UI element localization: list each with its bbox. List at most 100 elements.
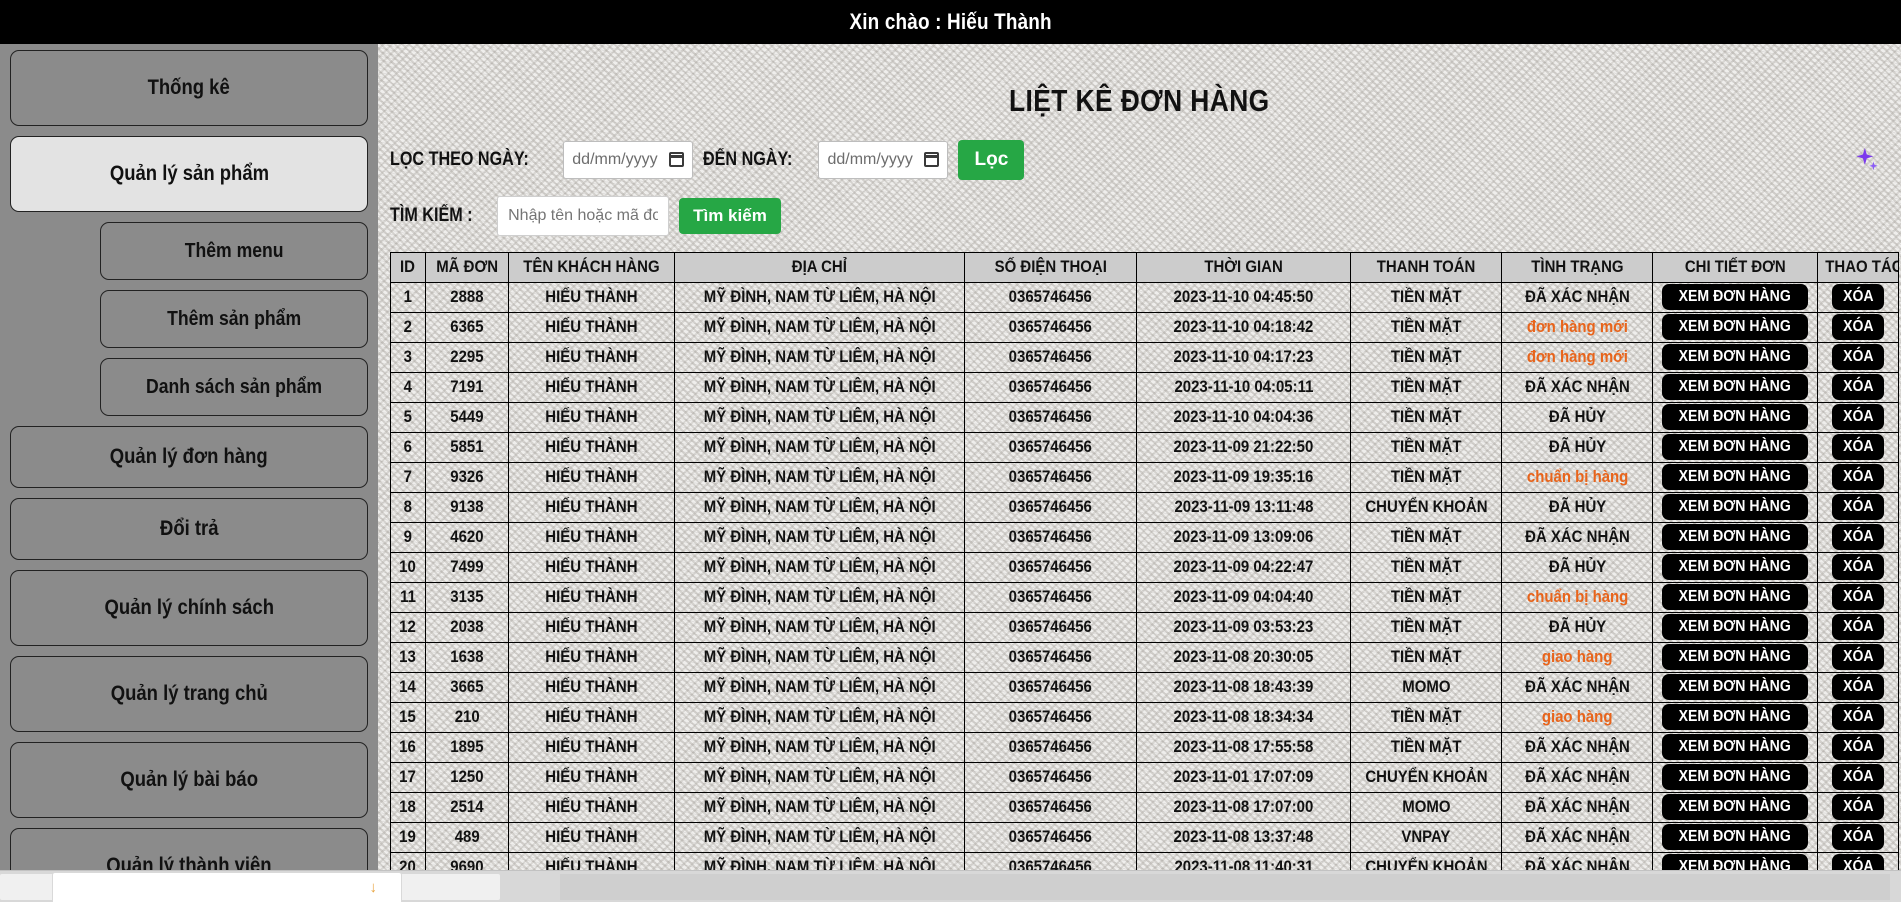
row-code-text: 1638	[450, 647, 484, 667]
view-order-button-label: XEM ĐƠN HÀNG	[1678, 618, 1791, 636]
delete-order-button[interactable]: XÓA	[1831, 284, 1885, 311]
sidebar-item-6[interactable]: Đổi trả	[10, 498, 368, 560]
filter-button[interactable]: Lọc	[958, 139, 1025, 180]
row-phone-text: 0365746456	[1008, 347, 1093, 367]
sidebar-item-8[interactable]: Quản lý trang chủ	[10, 656, 368, 732]
sidebar-item-0[interactable]: Thống kê	[10, 50, 368, 126]
delete-order-button[interactable]: XÓA	[1831, 674, 1885, 701]
row-id: 12	[390, 611, 426, 643]
delete-order-button-label: XÓA	[1842, 318, 1874, 336]
row-id-text: 18	[399, 797, 417, 817]
search-input[interactable]	[497, 195, 670, 236]
view-order-button[interactable]: XEM ĐƠN HÀNG	[1662, 554, 1808, 581]
view-order-button[interactable]: XEM ĐƠN HÀNG	[1662, 764, 1808, 791]
delete-order-button[interactable]: XÓA	[1831, 464, 1885, 491]
table-row: 3 2295 HIẾU THÀNH MỸ ĐÌNH, NAM TỪ LIÊM, HÀ …	[390, 341, 1900, 373]
sidebar-item-4[interactable]: Danh sách sản phẩm	[100, 358, 368, 416]
table-row: 18 2514 HIẾU THÀNH MỸ ĐÌNH, NAM TỪ LIÊM, HÀ…	[390, 791, 1900, 823]
row-address-text: MỸ ĐÌNH, NAM TỪ LIÊM, HÀ NỘI	[703, 707, 936, 727]
delete-order-button[interactable]: XÓA	[1831, 554, 1885, 581]
delete-order-button-label: XÓA	[1842, 378, 1874, 396]
table-row: 10 7499 HIẾU THÀNH MỸ ĐÌNH, NAM TỪ LIÊM, HÀ…	[390, 551, 1900, 583]
row-status: chuẩn bị hàng	[1501, 461, 1654, 493]
row-id-text: 16	[399, 737, 417, 757]
row-status: ĐÃ HỦY	[1501, 431, 1654, 463]
sidebar-item-5[interactable]: Quản lý đơn hàng	[10, 426, 368, 488]
calendar-icon[interactable]	[924, 152, 940, 168]
row-status-text: đơn hàng mới	[1526, 347, 1628, 367]
view-order-button[interactable]: XEM ĐƠN HÀNG	[1662, 494, 1808, 521]
view-order-button[interactable]: XEM ĐƠN HÀNG	[1662, 674, 1808, 701]
sidebar-item-10[interactable]: Quản lý thành viên	[10, 828, 368, 870]
search-button[interactable]: Tìm kiếm	[679, 197, 781, 234]
row-phone-text: 0365746456	[1008, 587, 1093, 607]
view-order-button[interactable]: XEM ĐƠN HÀNG	[1662, 704, 1808, 731]
delete-order-button[interactable]: XÓA	[1831, 824, 1885, 851]
row-id: 11	[390, 581, 426, 613]
delete-order-button[interactable]: XÓA	[1831, 704, 1885, 731]
delete-order-button[interactable]: XÓA	[1831, 344, 1885, 371]
sidebar-item-2[interactable]: Thêm menu	[100, 222, 368, 280]
delete-order-button[interactable]: XÓA	[1831, 614, 1885, 641]
to-date-input[interactable]: dd/mm/yyyy	[818, 140, 949, 179]
sidebar-item-3[interactable]: Thêm sản phẩm	[100, 290, 368, 348]
row-phone-text: 0365746456	[1008, 767, 1093, 787]
view-order-button[interactable]: XEM ĐƠN HÀNG	[1662, 464, 1808, 491]
sidebar-item-1[interactable]: Quản lý sản phẩm	[10, 136, 368, 212]
row-payment: MOMO	[1350, 791, 1503, 823]
view-order-button[interactable]: XEM ĐƠN HÀNG	[1662, 344, 1808, 371]
delete-order-button[interactable]: XÓA	[1831, 374, 1885, 401]
row-time: 2023-11-08 18:34:34	[1135, 701, 1352, 733]
view-order-button[interactable]: XEM ĐƠN HÀNG	[1662, 404, 1808, 431]
view-order-button-label: XEM ĐƠN HÀNG	[1678, 858, 1791, 870]
row-status: ĐÃ XÁC NHẬN	[1501, 521, 1654, 553]
view-order-button[interactable]: XEM ĐƠN HÀNG	[1662, 824, 1808, 851]
delete-order-button[interactable]: XÓA	[1831, 524, 1885, 551]
orders-table-wrapper: ID MÃ ĐƠN TÊN KHÁCH HÀNG ĐỊA CHỈ SỐ ĐIỆN THO…	[378, 251, 1901, 870]
column-header-0: ID	[390, 251, 426, 283]
delete-order-button[interactable]: XÓA	[1831, 764, 1885, 791]
delete-order-button[interactable]: XÓA	[1831, 854, 1885, 870]
view-order-button[interactable]: XEM ĐƠN HÀNG	[1662, 314, 1808, 341]
view-order-button[interactable]: XEM ĐƠN HÀNG	[1662, 734, 1808, 761]
row-id: 10	[390, 551, 426, 583]
delete-order-button[interactable]: XÓA	[1831, 434, 1885, 461]
from-date-placeholder: dd/mm/yyyy	[572, 150, 658, 168]
delete-order-button[interactable]: XÓA	[1831, 314, 1885, 341]
delete-order-button[interactable]: XÓA	[1831, 734, 1885, 761]
view-order-button[interactable]: XEM ĐƠN HÀNG	[1662, 374, 1808, 401]
row-status-text: đơn hàng mới	[1526, 317, 1628, 337]
row-status-text: ĐÃ XÁC NHẬN	[1524, 857, 1630, 870]
view-order-button[interactable]: XEM ĐƠN HÀNG	[1662, 284, 1808, 311]
row-customer: HIẾU THÀNH	[508, 491, 676, 523]
view-order-button[interactable]: XEM ĐƠN HÀNG	[1662, 584, 1808, 611]
row-customer: HIẾU THÀNH	[508, 581, 676, 613]
view-order-button[interactable]: XEM ĐƠN HÀNG	[1662, 434, 1808, 461]
delete-order-button[interactable]: XÓA	[1831, 494, 1885, 521]
view-order-button[interactable]: XEM ĐƠN HÀNG	[1662, 644, 1808, 671]
sidebar-item-7[interactable]: Quản lý chính sách	[10, 570, 368, 646]
row-payment: TIỀN MẶT	[1350, 281, 1503, 313]
delete-order-button[interactable]: XÓA	[1831, 644, 1885, 671]
view-order-button[interactable]: XEM ĐƠN HÀNG	[1662, 614, 1808, 641]
delete-order-button[interactable]: XÓA	[1831, 584, 1885, 611]
row-status-text: ĐÃ XÁC NHẬN	[1524, 287, 1630, 307]
sidebar-item-9[interactable]: Quản lý bài báo	[10, 742, 368, 818]
ai-sparkle-icon[interactable]	[1849, 142, 1883, 176]
row-detail-cell: XEM ĐƠN HÀNG	[1652, 401, 1818, 433]
view-order-button[interactable]: XEM ĐƠN HÀNG	[1662, 524, 1808, 551]
row-action-cell: XÓA	[1816, 761, 1900, 793]
row-time: 2023-11-09 13:09:06	[1135, 521, 1352, 553]
view-order-button[interactable]: XEM ĐƠN HÀNG	[1662, 794, 1808, 821]
delete-order-button[interactable]: XÓA	[1831, 404, 1885, 431]
row-detail-cell: XEM ĐƠN HÀNG	[1652, 701, 1818, 733]
view-order-button[interactable]: XEM ĐƠN HÀNG	[1662, 854, 1808, 870]
delete-order-button[interactable]: XÓA	[1831, 794, 1885, 821]
from-date-input[interactable]: dd/mm/yyyy	[563, 140, 694, 179]
row-payment: TIỀN MẶT	[1350, 461, 1503, 493]
scrollbar-track[interactable]	[560, 874, 1890, 900]
row-payment-text: TIỀN MẶT	[1391, 617, 1462, 637]
calendar-icon[interactable]	[669, 152, 685, 168]
browser-download-widget[interactable]: ↓	[52, 872, 402, 902]
row-action-cell: XÓA	[1816, 581, 1900, 613]
